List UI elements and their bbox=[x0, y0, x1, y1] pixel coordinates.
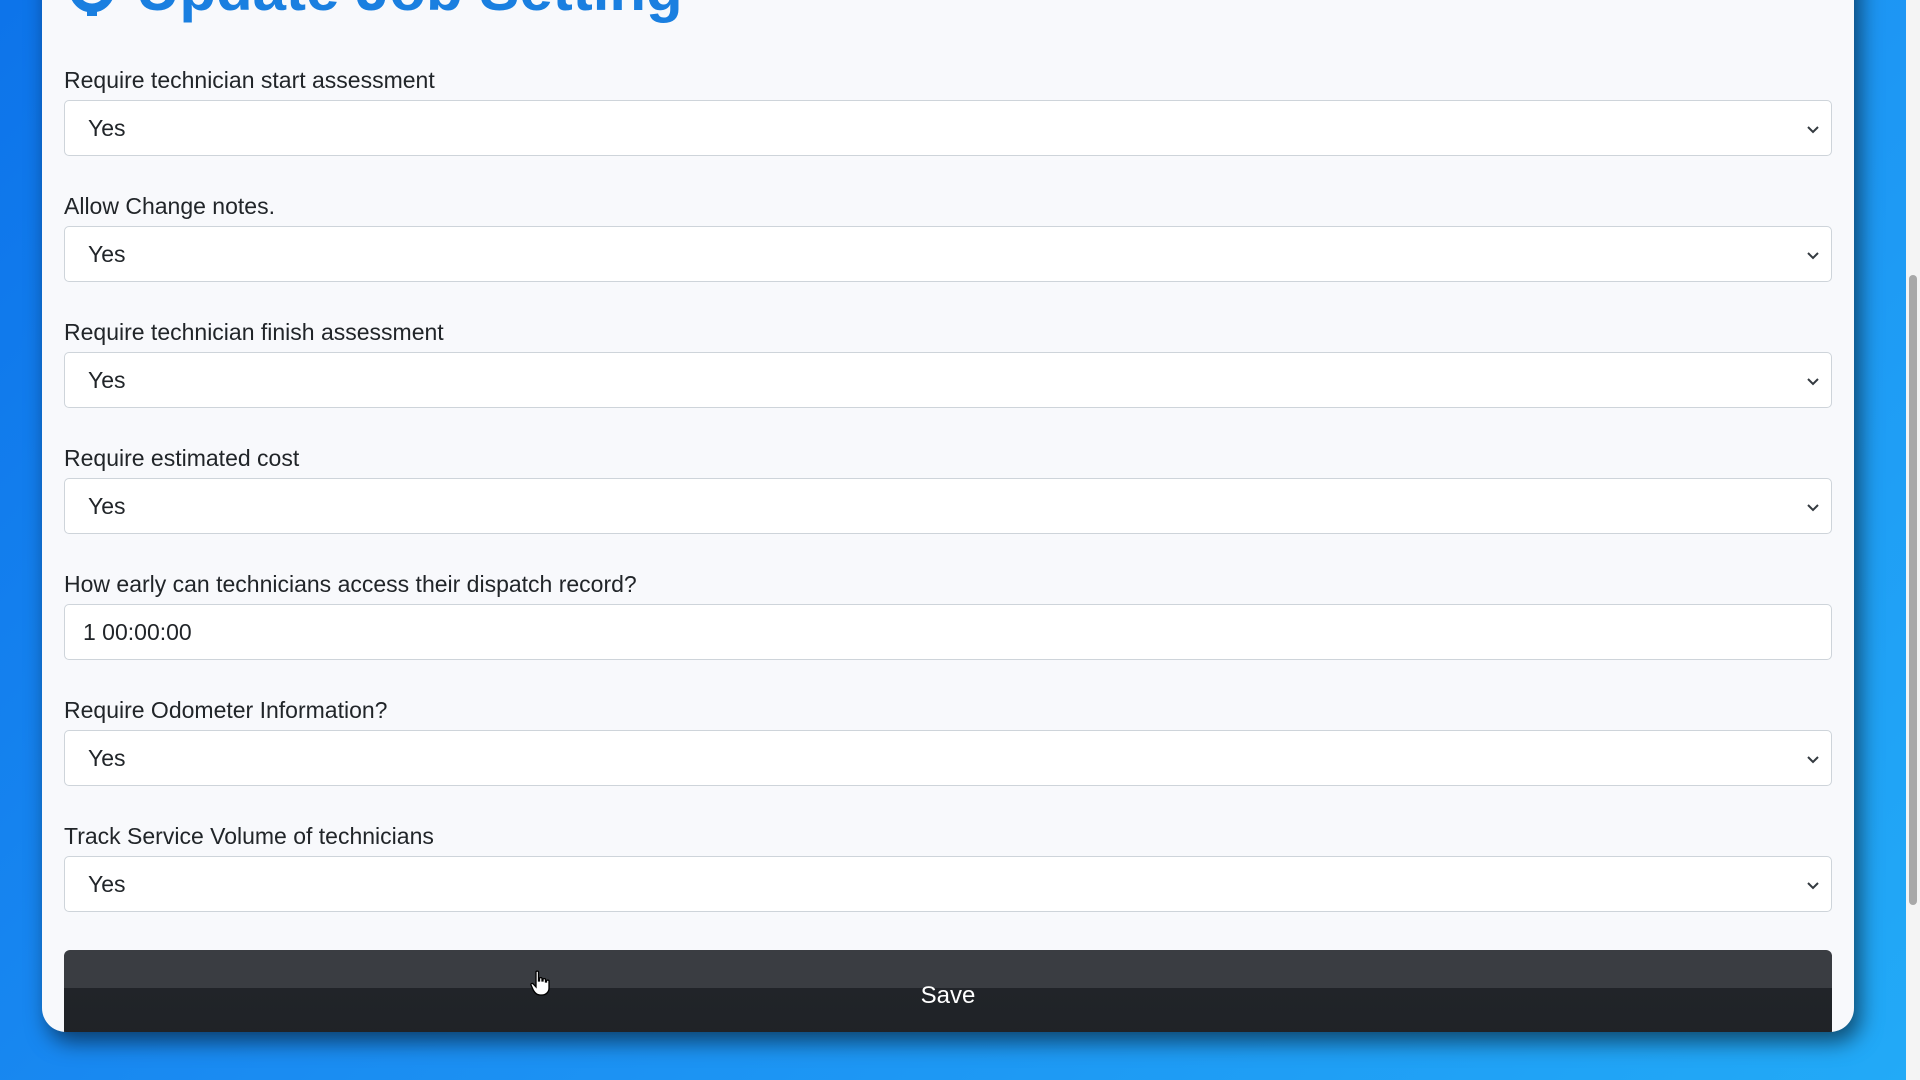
dispatch-access-input[interactable]: 1 00:00:00 bbox=[64, 604, 1832, 660]
field-label: How early can technicians access their d… bbox=[64, 571, 637, 597]
service-volume-select[interactable]: Yes bbox=[64, 856, 1832, 912]
select-value: Yes bbox=[88, 870, 126, 897]
change-notes-select[interactable]: Yes bbox=[64, 226, 1832, 282]
scrollbar-thumb[interactable] bbox=[1909, 275, 1917, 905]
hand-cursor-icon bbox=[530, 970, 550, 996]
select-value: Yes bbox=[88, 744, 126, 771]
field-label: Require technician start assessment bbox=[64, 67, 435, 93]
select-value: Yes bbox=[88, 240, 126, 267]
select-value: Yes bbox=[88, 366, 126, 393]
field-label: Allow Change notes. bbox=[64, 193, 275, 219]
chevron-down-icon bbox=[1807, 882, 1819, 890]
field-estimated-cost: Require estimated cost Yes bbox=[64, 438, 1832, 564]
estimated-cost-select[interactable]: Yes bbox=[64, 478, 1832, 534]
settings-card: Update Job Setting Require technician st… bbox=[42, 0, 1854, 1032]
field-label: Track Service Volume of technicians bbox=[64, 823, 434, 849]
save-button[interactable]: Save bbox=[64, 950, 1832, 1032]
chevron-down-icon bbox=[1807, 126, 1819, 134]
field-label: Require technician finish assessment bbox=[64, 319, 444, 345]
field-label: Require Odometer Information? bbox=[64, 697, 388, 723]
field-dispatch-access: How early can technicians access their d… bbox=[64, 564, 1832, 690]
field-finish-assessment: Require technician finish assessment Yes bbox=[64, 312, 1832, 438]
finish-assessment-select[interactable]: Yes bbox=[64, 352, 1832, 408]
field-start-assessment: Require technician start assessment Yes bbox=[64, 60, 1832, 186]
chevron-down-icon bbox=[1807, 378, 1819, 386]
page-title: Update Job Setting bbox=[64, 0, 683, 20]
field-change-notes: Allow Change notes. Yes bbox=[64, 186, 1832, 312]
vertical-scrollbar[interactable] bbox=[1906, 0, 1920, 1080]
chevron-down-icon bbox=[1807, 756, 1819, 764]
chevron-down-icon bbox=[1807, 504, 1819, 512]
field-label: Require estimated cost bbox=[64, 445, 300, 471]
page-title-text: Update Job Setting bbox=[136, 0, 683, 20]
odometer-select[interactable]: Yes bbox=[64, 730, 1832, 786]
job-setting-form: Require technician start assessment Yes … bbox=[64, 60, 1832, 942]
chevron-down-icon bbox=[1807, 252, 1819, 260]
select-value: Yes bbox=[88, 492, 126, 519]
input-value: 1 00:00:00 bbox=[83, 618, 192, 645]
select-value: Yes bbox=[88, 114, 126, 141]
start-assessment-select[interactable]: Yes bbox=[64, 100, 1832, 156]
field-odometer: Require Odometer Information? Yes bbox=[64, 690, 1832, 816]
field-service-volume: Track Service Volume of technicians Yes bbox=[64, 816, 1832, 942]
gear-icon bbox=[64, 0, 120, 18]
